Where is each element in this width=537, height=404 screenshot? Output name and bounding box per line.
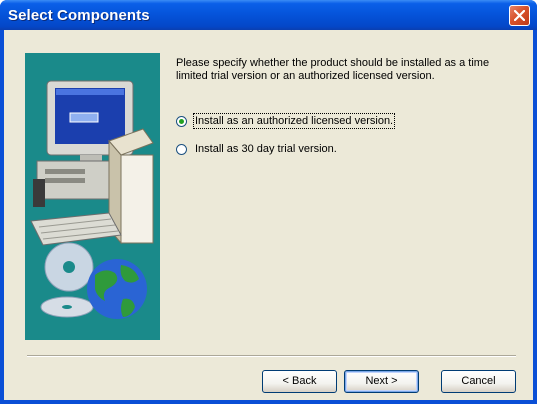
window-title: Select Components	[8, 7, 150, 24]
next-button[interactable]: Next >	[344, 370, 419, 393]
computer-cd-globe-illustration	[30, 80, 154, 319]
title-bar[interactable]: Select Components	[0, 0, 537, 30]
instruction-text: Please specify whether the product shoul…	[176, 57, 490, 82]
cancel-button[interactable]: Cancel	[441, 370, 516, 393]
option-trial[interactable]: Install as 30 day trial version.	[176, 143, 376, 159]
option-trial-label[interactable]: Install as 30 day trial version.	[195, 143, 337, 155]
dialog-window: Select Components Please specify whether…	[0, 0, 537, 404]
close-button[interactable]	[509, 5, 530, 26]
radio-selected-dot	[179, 119, 184, 124]
option-licensed[interactable]: Install as an authorized licensed versio…	[176, 113, 426, 131]
close-icon	[514, 10, 525, 21]
radio-licensed[interactable]	[176, 116, 187, 127]
option-licensed-label[interactable]: Install as an authorized licensed versio…	[192, 113, 396, 129]
back-button[interactable]: < Back	[262, 370, 337, 393]
setup-illustration-panel	[25, 53, 160, 340]
radio-trial[interactable]	[176, 144, 187, 155]
button-separator	[27, 355, 516, 357]
